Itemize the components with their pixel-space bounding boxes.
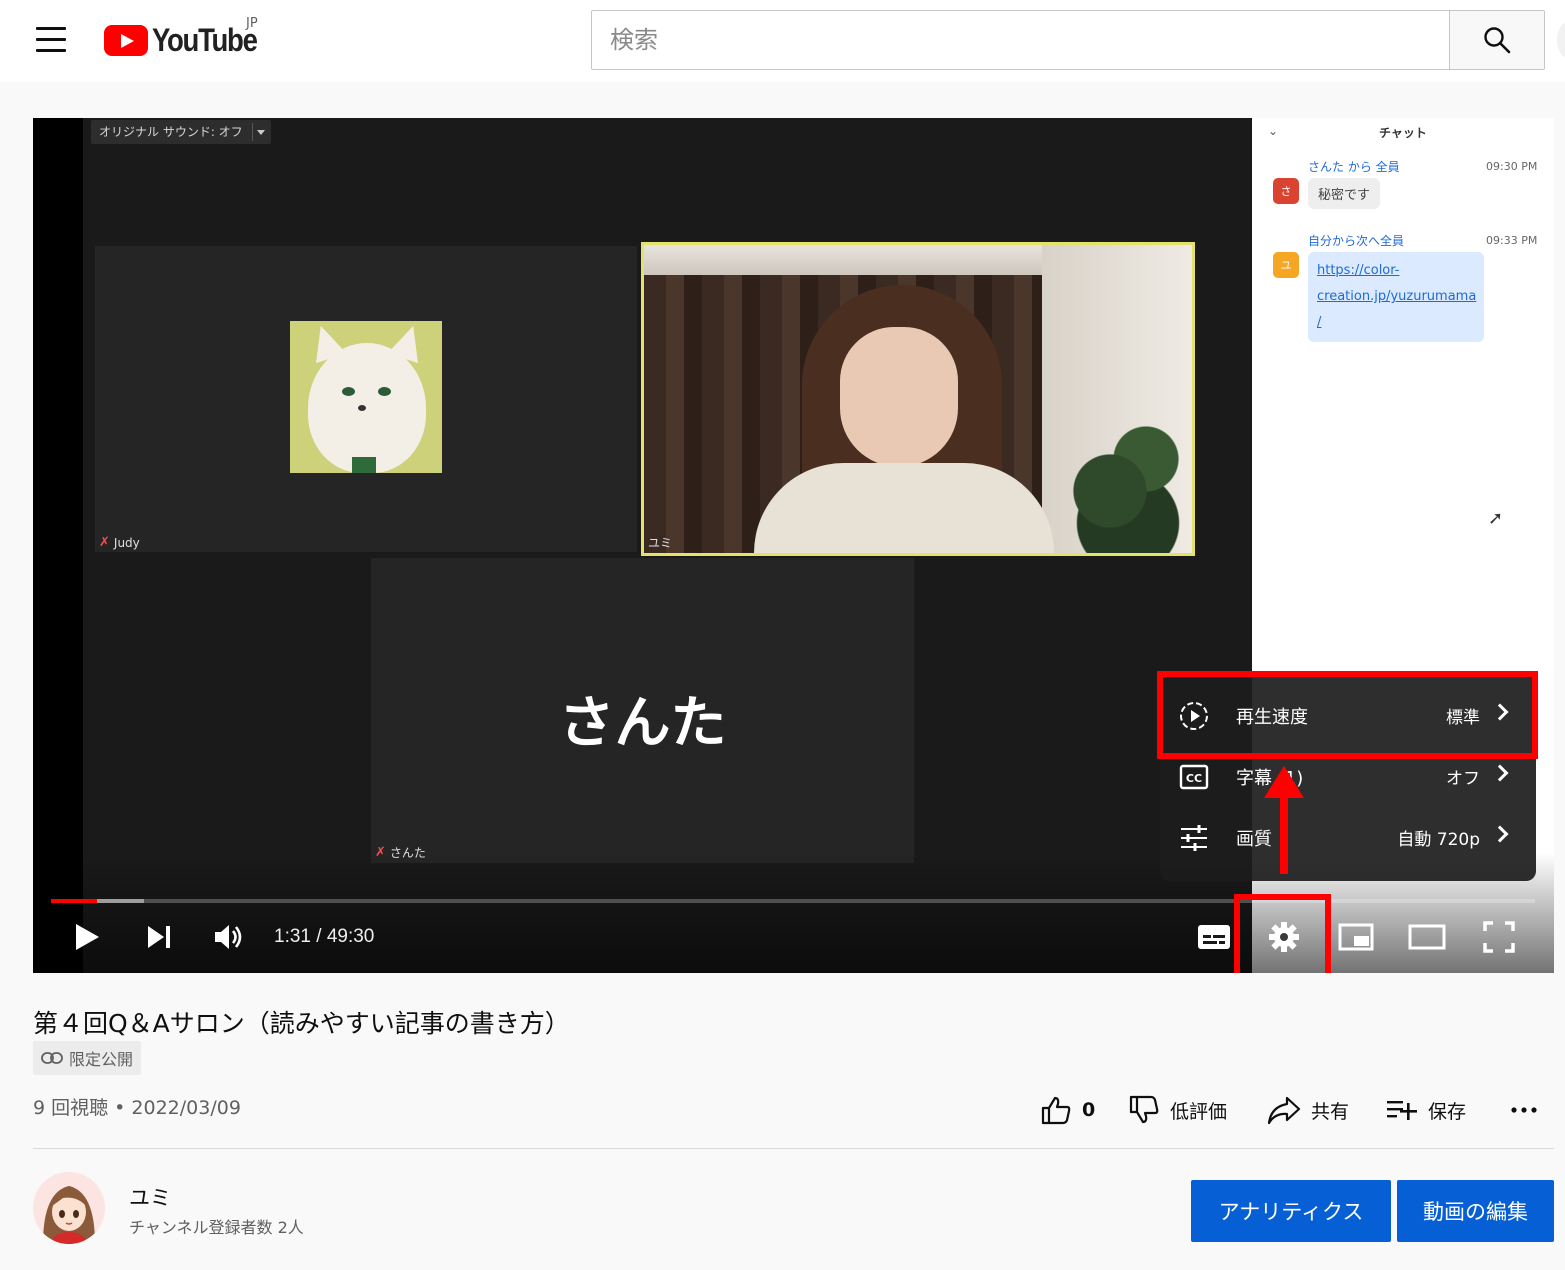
chevron-right-icon (1491, 764, 1509, 782)
voice-search-button[interactable] (1557, 18, 1565, 62)
original-sound-toggle: オリジナル サウンド: オフ (91, 120, 271, 144)
quality-sliders-icon (1178, 822, 1210, 854)
youtube-play-logo-icon (104, 24, 148, 56)
annotation-highlight-playback-speed (1157, 671, 1538, 759)
skip-next-icon (148, 926, 170, 948)
play-icon (76, 924, 99, 950)
annotation-arrow (1280, 790, 1288, 874)
play-button[interactable] (69, 915, 105, 959)
menu-item-quality[interactable]: 画質 自動 720p (1160, 807, 1536, 868)
save-button[interactable]: 保存 (1386, 1090, 1466, 1130)
participant-tile-santa: さんた ✗さんた (371, 558, 914, 863)
channel-name[interactable]: ユミ (129, 1182, 171, 1212)
more-horizontal-icon (1511, 1107, 1537, 1113)
annotation-arrow-head-icon (1264, 766, 1304, 798)
more-actions-button[interactable] (1511, 1090, 1539, 1130)
subtitles-icon (1197, 925, 1230, 949)
search-box (591, 10, 1450, 70)
like-button[interactable]: 0 (1040, 1090, 1095, 1130)
playlist-add-icon (1387, 1101, 1417, 1120)
chat-message-bubble: 秘密です (1308, 178, 1381, 209)
share-icon (1267, 1096, 1301, 1125)
dislike-button[interactable]: 低評価 (1128, 1090, 1227, 1130)
logo-text: YouTube (152, 21, 258, 58)
edit-video-button[interactable]: 動画の編集 (1397, 1180, 1554, 1242)
search-icon (1484, 27, 1511, 54)
annotation-highlight-settings-button (1234, 894, 1331, 973)
chevron-right-icon (1491, 825, 1509, 843)
volume-icon (215, 925, 242, 949)
chat-message-sender: 自分から次へ全員 (1308, 234, 1405, 248)
subtitles-button[interactable] (1194, 915, 1234, 959)
progress-played (51, 899, 97, 903)
participant-name: ユミ (648, 536, 673, 550)
share-button[interactable]: 共有 (1267, 1090, 1349, 1130)
participant-tile-judy: ✗ Judy (95, 246, 637, 552)
chat-message-time: 09:33 PM (1486, 234, 1538, 247)
top-bar: YouTube JP (0, 0, 1565, 82)
channel-avatar[interactable] (33, 1172, 105, 1244)
views-and-date: 9 回視聴 • 2022/03/09 (33, 1097, 241, 1119)
fullscreen-icon (1483, 921, 1515, 953)
divider (33, 1148, 1554, 1149)
search-button[interactable] (1449, 10, 1545, 70)
next-button[interactable] (141, 915, 177, 959)
mouse-cursor-icon: ➚ (1488, 508, 1504, 529)
chat-message-sender: さんた から 全員 (1308, 160, 1400, 174)
miniplayer-button[interactable] (1336, 915, 1376, 959)
video-player[interactable]: オリジナル サウンド: オフ ✗Judy ユミ さんた ✗さんた (33, 118, 1554, 973)
search-input[interactable] (592, 11, 1450, 69)
cat-avatar-image (290, 321, 442, 473)
original-sound-label: オリジナル サウンド: オフ (99, 125, 243, 139)
mic-muted-icon: ✗ (99, 535, 110, 550)
link-icon (41, 1052, 63, 1064)
chat-avatar: ユ (1273, 252, 1299, 278)
theater-mode-icon (1408, 924, 1446, 950)
subscriber-count: チャンネル登録者数 2人 (129, 1218, 304, 1237)
chat-title: チャット (1379, 126, 1427, 140)
chat-link-bubble: https://color- creation.jp/yuzurumama / (1308, 252, 1484, 342)
visibility-badge: 限定公開 (33, 1041, 142, 1075)
video-title: 第４回Q＆Aサロン（読みやすい記事の書き方） (33, 1009, 570, 1038)
region-code: JP (246, 16, 258, 31)
subtitles-cc-icon: CC (1178, 761, 1210, 793)
miniplayer-icon (1338, 923, 1374, 951)
participant-big-name: さんた (558, 691, 727, 756)
mute-button[interactable] (211, 915, 247, 959)
svg-text:CC: CC (1186, 772, 1202, 785)
participant-name: ✗ Judy (99, 535, 140, 550)
analytics-button[interactable]: アナリティクス (1191, 1180, 1391, 1242)
chat-avatar: さ (1273, 178, 1299, 204)
participant-tile-yumi-webcam: ユミ (641, 242, 1195, 556)
thumbs-down-icon (1129, 1095, 1159, 1124)
thumbs-up-icon (1041, 1096, 1071, 1125)
time-display: 1:31 / 49:30 (274, 926, 375, 947)
theater-mode-button[interactable] (1407, 915, 1447, 959)
chat-message-time: 09:30 PM (1486, 160, 1538, 173)
menu-icon[interactable] (36, 27, 66, 53)
fullscreen-button[interactable] (1479, 915, 1519, 959)
